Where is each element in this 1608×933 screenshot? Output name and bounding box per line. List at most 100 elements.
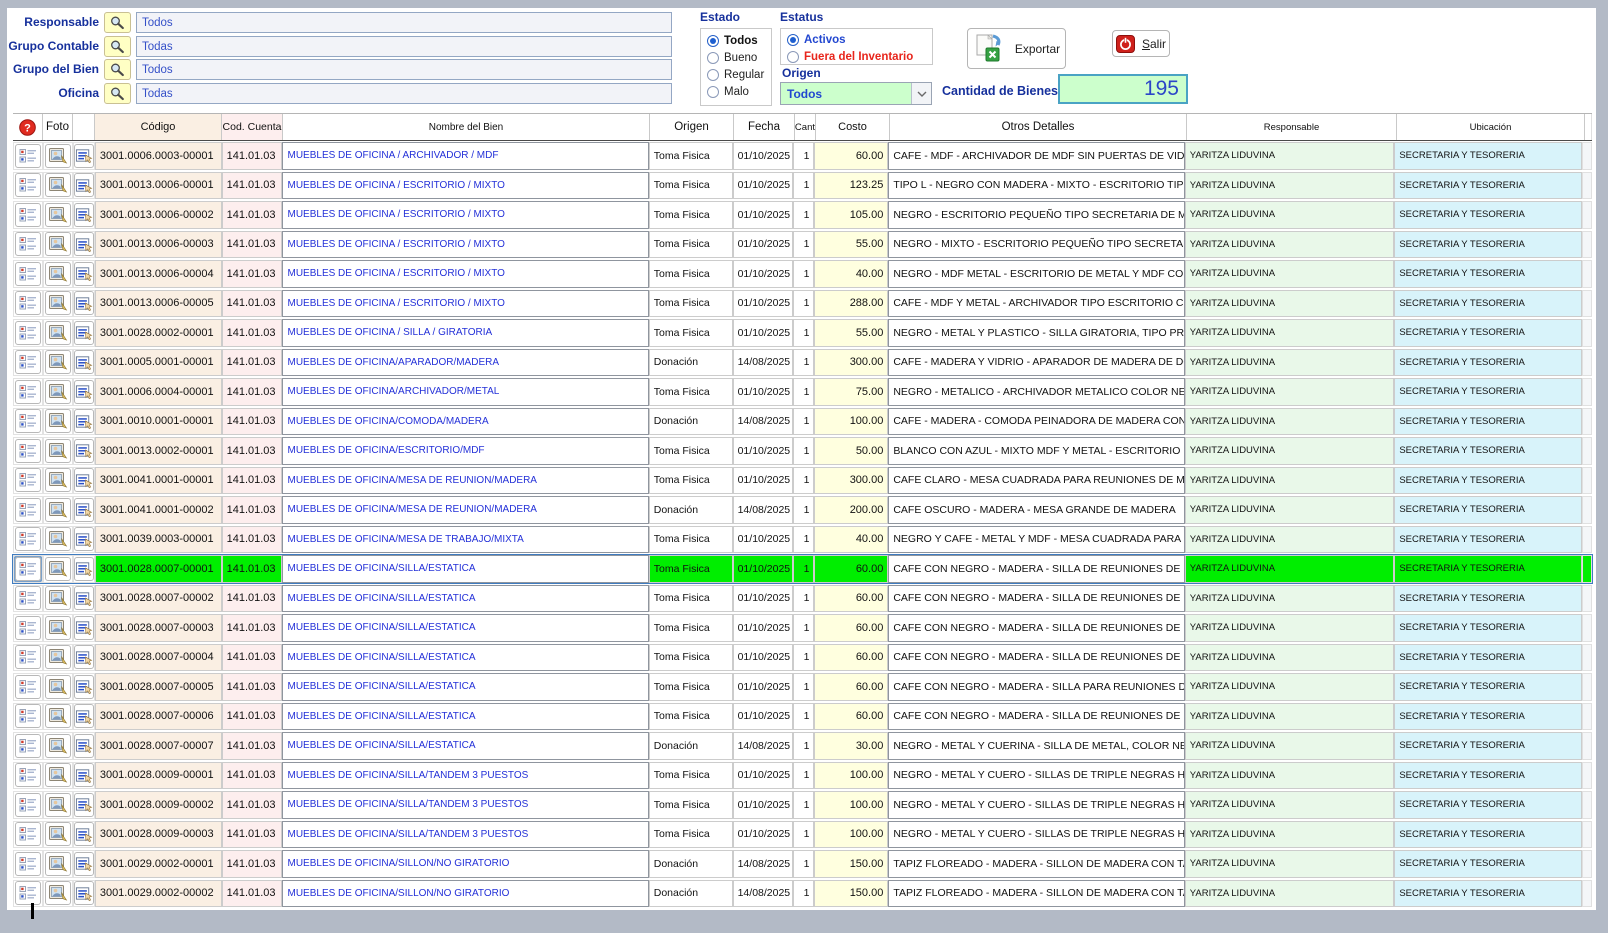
row-photo-button[interactable] (45, 380, 71, 404)
row-edit-button[interactable] (74, 144, 94, 168)
row-details-button[interactable] (15, 852, 41, 876)
grupo-del-bien-lookup-button[interactable] (104, 59, 131, 80)
row-edit-button[interactable] (74, 439, 94, 463)
table-row[interactable]: 3001.0013.0006-00002141.01.03MUEBLES DE … (13, 201, 1592, 229)
row-edit-button[interactable] (74, 262, 94, 286)
row-photo-button[interactable] (45, 675, 71, 699)
row-photo-button[interactable] (45, 793, 71, 817)
row-edit-button[interactable] (74, 321, 94, 345)
table-row[interactable]: 3001.0028.0009-00001141.01.03MUEBLES DE … (13, 762, 1592, 790)
table-row[interactable]: 3001.0041.0001-00001141.01.03MUEBLES DE … (13, 467, 1592, 495)
row-edit-button[interactable] (74, 557, 94, 581)
row-edit-button[interactable] (74, 586, 94, 610)
row-photo-button[interactable] (45, 557, 71, 581)
row-photo-button[interactable] (45, 232, 71, 256)
row-details-button[interactable] (15, 675, 41, 699)
table-row[interactable]: 3001.0028.0007-00001141.01.03MUEBLES DE … (13, 555, 1592, 583)
row-photo-button[interactable] (45, 527, 71, 551)
table-row[interactable]: 3001.0029.0002-00002141.01.03MUEBLES DE … (13, 880, 1592, 908)
row-details-button[interactable] (15, 203, 41, 227)
table-row[interactable]: 3001.0013.0002-00001141.01.03MUEBLES DE … (13, 437, 1592, 465)
row-photo-button[interactable] (45, 321, 71, 345)
row-edit-button[interactable] (74, 763, 94, 787)
row-details-button[interactable] (15, 232, 41, 256)
row-edit-button[interactable] (74, 350, 94, 374)
row-edit-button[interactable] (74, 498, 94, 522)
row-details-button[interactable] (15, 380, 41, 404)
table-row[interactable]: 3001.0013.0006-00001141.01.03MUEBLES DE … (13, 172, 1592, 200)
responsable-input[interactable] (136, 12, 672, 33)
row-photo-button[interactable] (45, 616, 71, 640)
row-edit-button[interactable] (74, 852, 94, 876)
row-photo-button[interactable] (45, 704, 71, 728)
row-photo-button[interactable] (45, 734, 71, 758)
row-edit-button[interactable] (74, 291, 94, 315)
row-edit-button[interactable] (74, 468, 94, 492)
table-row[interactable]: 3001.0005.0001-00001141.01.03MUEBLES DE … (13, 349, 1592, 377)
row-edit-button[interactable] (74, 822, 94, 846)
help-button[interactable]: ? (13, 114, 43, 140)
row-edit-button[interactable] (74, 203, 94, 227)
row-photo-button[interactable] (45, 468, 71, 492)
row-photo-button[interactable] (45, 291, 71, 315)
table-row[interactable]: 3001.0013.0006-00003141.01.03MUEBLES DE … (13, 231, 1592, 259)
row-details-button[interactable] (15, 645, 41, 669)
row-photo-button[interactable] (45, 409, 71, 433)
grupo-contable-lookup-button[interactable] (104, 36, 131, 57)
row-edit-button[interactable] (74, 409, 94, 433)
table-row[interactable]: 3001.0028.0007-00007141.01.03MUEBLES DE … (13, 732, 1592, 760)
grupo-contable-input[interactable] (136, 36, 672, 57)
row-edit-button[interactable] (74, 232, 94, 256)
row-edit-button[interactable] (74, 645, 94, 669)
row-edit-button[interactable] (74, 380, 94, 404)
table-row[interactable]: 3001.0028.0007-00003141.01.03MUEBLES DE … (13, 614, 1592, 642)
row-photo-button[interactable] (45, 852, 71, 876)
table-row[interactable]: 3001.0028.0007-00004141.01.03MUEBLES DE … (13, 644, 1592, 672)
row-edit-button[interactable] (74, 734, 94, 758)
responsable-lookup-button[interactable] (104, 12, 131, 33)
row-details-button[interactable] (15, 350, 41, 374)
table-row[interactable]: 3001.0028.0007-00002141.01.03MUEBLES DE … (13, 585, 1592, 613)
row-details-button[interactable] (15, 586, 41, 610)
row-details-button[interactable] (15, 262, 41, 286)
row-photo-button[interactable] (45, 498, 71, 522)
table-row[interactable]: 3001.0028.0007-00006141.01.03MUEBLES DE … (13, 703, 1592, 731)
radio-estado-malo[interactable]: Malo (701, 83, 771, 100)
oficina-input[interactable] (136, 83, 672, 104)
row-photo-button[interactable] (45, 586, 71, 610)
row-details-button[interactable] (15, 616, 41, 640)
table-row[interactable]: 3001.0006.0003-00001141.01.03MUEBLES DE … (13, 142, 1592, 170)
table-row[interactable]: 3001.0028.0009-00003141.01.03MUEBLES DE … (13, 821, 1592, 849)
table-row[interactable]: 3001.0039.0003-00001141.01.03MUEBLES DE … (13, 526, 1592, 554)
salir-button[interactable]: Salir (1112, 30, 1170, 57)
row-photo-button[interactable] (45, 173, 71, 197)
oficina-lookup-button[interactable] (104, 83, 131, 104)
row-photo-button[interactable] (45, 645, 71, 669)
row-photo-button[interactable] (45, 439, 71, 463)
table-row[interactable]: 3001.0010.0001-00001141.01.03MUEBLES DE … (13, 408, 1592, 436)
row-edit-button[interactable] (74, 675, 94, 699)
radio-estado-bueno[interactable]: Bueno (701, 49, 771, 66)
table-row[interactable]: 3001.0028.0002-00001141.01.03MUEBLES DE … (13, 319, 1592, 347)
row-photo-button[interactable] (45, 203, 71, 227)
row-details-button[interactable] (15, 763, 41, 787)
row-details-button[interactable] (15, 439, 41, 463)
radio-estatus-activos[interactable]: Activos (781, 31, 932, 48)
row-details-button[interactable] (15, 291, 41, 315)
table-row[interactable]: 3001.0028.0007-00005141.01.03MUEBLES DE … (13, 673, 1592, 701)
row-photo-button[interactable] (45, 350, 71, 374)
row-details-button[interactable] (15, 409, 41, 433)
table-row[interactable]: 3001.0041.0001-00002141.01.03MUEBLES DE … (13, 496, 1592, 524)
origen-dropdown[interactable]: Todos (780, 82, 932, 105)
table-row[interactable]: 3001.0013.0006-00004141.01.03MUEBLES DE … (13, 260, 1592, 288)
row-details-button[interactable] (15, 468, 41, 492)
grupo-del-bien-input[interactable] (136, 59, 672, 80)
row-edit-button[interactable] (74, 173, 94, 197)
row-details-button[interactable] (15, 321, 41, 345)
table-row[interactable]: 3001.0013.0006-00005141.01.03MUEBLES DE … (13, 290, 1592, 318)
row-edit-button[interactable] (74, 704, 94, 728)
row-photo-button[interactable] (45, 262, 71, 286)
row-details-button[interactable] (15, 822, 41, 846)
row-photo-button[interactable] (45, 881, 71, 905)
table-row[interactable]: 3001.0029.0002-00001141.01.03MUEBLES DE … (13, 850, 1592, 878)
